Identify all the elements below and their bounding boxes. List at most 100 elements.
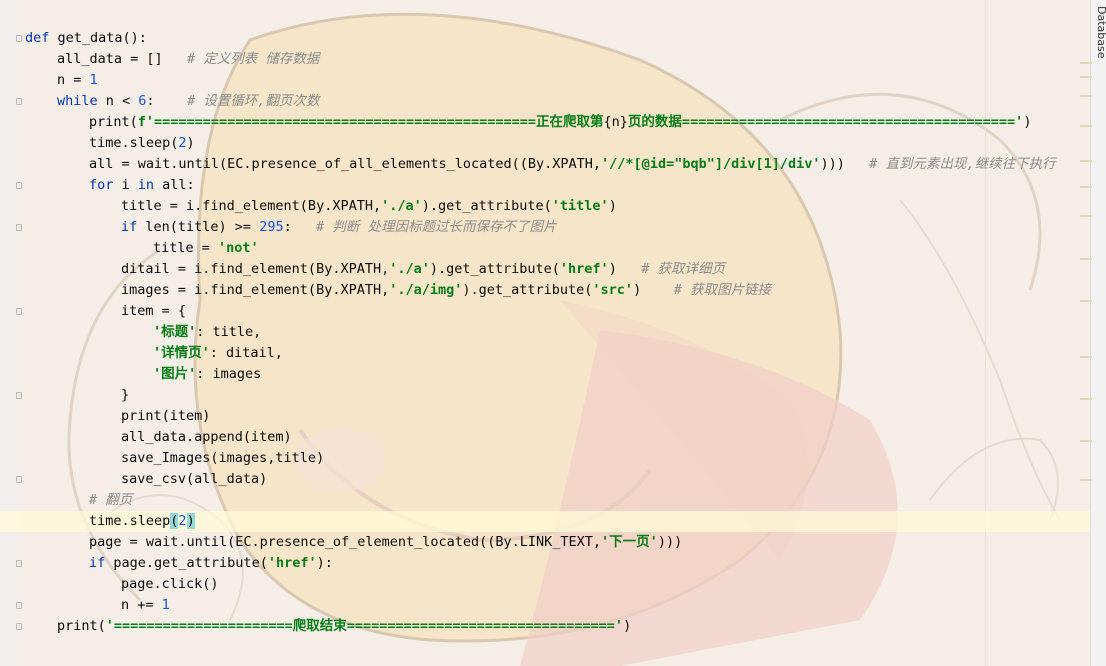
code-text: if len(title) >= 295: # 判断 处理因标题过长而保存不了图… bbox=[121, 217, 556, 238]
code-token: # 获取图片链接 bbox=[673, 282, 771, 298]
fold-marker-icon[interactable] bbox=[16, 182, 22, 189]
code-token: save_csv(all_data) bbox=[121, 471, 268, 487]
code-line[interactable]: title = 'not' bbox=[0, 238, 1090, 259]
code-text: all = wait.until(EC.presence_of_all_elem… bbox=[89, 154, 1056, 175]
code-token: ) bbox=[608, 261, 642, 277]
scroll-marker bbox=[1080, 76, 1092, 78]
code-text: '标题': title, bbox=[153, 322, 261, 343]
code-token: ))) bbox=[657, 534, 683, 550]
code-token: : bbox=[283, 219, 317, 235]
code-line[interactable]: ditail = i.find_element(By.XPATH,'./a').… bbox=[0, 259, 1090, 280]
database-tool-tab[interactable]: Database bbox=[1095, 6, 1106, 59]
code-editor[interactable]: def get_data(): all_data = [] # 定义列表 储存数据… bbox=[0, 0, 1090, 666]
code-token: n += bbox=[121, 597, 162, 613]
code-token: ) bbox=[608, 198, 617, 214]
code-text: n += 1 bbox=[121, 595, 170, 616]
fold-marker-icon[interactable] bbox=[16, 392, 22, 399]
code-line[interactable]: save_Images(images,title) bbox=[0, 448, 1090, 469]
code-line[interactable]: print(item) bbox=[0, 406, 1090, 427]
code-line[interactable]: n = 1 bbox=[0, 70, 1090, 91]
code-token: title = i.find_element(By.XPATH, bbox=[121, 198, 382, 214]
code-line[interactable]: title = i.find_element(By.XPATH,'./a').g… bbox=[0, 196, 1090, 217]
code-token: 'not' bbox=[218, 240, 259, 256]
code-token: : bbox=[146, 93, 188, 109]
code-token: ) bbox=[186, 135, 195, 151]
fold-marker-icon[interactable] bbox=[16, 623, 22, 630]
code-token: ).get_attribute( bbox=[421, 198, 552, 214]
code-token: # 直到元素出现,继续往下执行 bbox=[869, 156, 1056, 172]
fold-marker-icon[interactable] bbox=[16, 35, 22, 42]
code-line[interactable]: '图片': images bbox=[0, 364, 1090, 385]
code-text: ditail = i.find_element(By.XPATH,'./a').… bbox=[121, 259, 725, 280]
code-text: } bbox=[121, 385, 129, 406]
code-token: 页的数据====================================… bbox=[627, 114, 1024, 130]
code-token: '标题' bbox=[153, 324, 197, 340]
code-line[interactable]: all = wait.until(EC.presence_of_all_elem… bbox=[0, 154, 1090, 175]
code-token: get_data(): bbox=[49, 30, 147, 46]
code-line[interactable]: time.sleep(2) bbox=[0, 133, 1090, 154]
fold-marker-icon[interactable] bbox=[16, 602, 22, 609]
code-token: './a' bbox=[389, 261, 430, 277]
code-text: time.sleep(2) bbox=[89, 511, 195, 532]
code-line[interactable]: images = i.find_element(By.XPATH,'./a/im… bbox=[0, 280, 1090, 301]
code-token: ): bbox=[316, 555, 333, 571]
scroll-marker bbox=[1080, 440, 1092, 442]
code-text: page = wait.until(EC.presence_of_element… bbox=[89, 532, 682, 553]
scroll-marker bbox=[1080, 95, 1092, 97]
code-line[interactable]: '标题': title, bbox=[0, 322, 1090, 343]
fold-marker-icon[interactable] bbox=[16, 224, 22, 231]
code-token: all_data = [] bbox=[57, 51, 188, 67]
fold-marker-icon[interactable] bbox=[16, 560, 22, 567]
code-line[interactable]: if page.get_attribute('href'): bbox=[0, 553, 1090, 574]
code-line[interactable]: page.click() bbox=[0, 574, 1090, 595]
code-text: save_csv(all_data) bbox=[121, 469, 267, 490]
code-line[interactable]: } bbox=[0, 385, 1090, 406]
code-line[interactable]: if len(title) >= 295: # 判断 处理因标题过长而保存不了图… bbox=[0, 217, 1090, 238]
code-text: print('======================爬取结束=======… bbox=[57, 616, 631, 637]
scroll-marker bbox=[1080, 186, 1092, 188]
code-text: if page.get_attribute('href'): bbox=[89, 553, 333, 574]
code-token: './a' bbox=[381, 198, 422, 214]
code-text: images = i.find_element(By.XPATH,'./a/im… bbox=[121, 280, 771, 301]
code-line[interactable]: while n < 6: # 设置循环,翻页次数 bbox=[0, 91, 1090, 112]
scroll-marker bbox=[1080, 398, 1092, 400]
code-token: ).get_attribute( bbox=[429, 261, 560, 277]
code-line[interactable]: all_data.append(item) bbox=[0, 427, 1090, 448]
code-token: print( bbox=[89, 114, 138, 130]
code-token: if bbox=[121, 219, 138, 235]
code-token: time.sleep bbox=[89, 513, 171, 529]
code-line[interactable]: all_data = [] # 定义列表 储存数据 bbox=[0, 49, 1090, 70]
code-line[interactable]: # 翻页 bbox=[0, 490, 1090, 511]
code-line[interactable]: page = wait.until(EC.presence_of_element… bbox=[0, 532, 1090, 553]
code-token: 'href' bbox=[559, 261, 609, 277]
code-token: './a/img' bbox=[389, 282, 463, 298]
code-line[interactable]: print(f'================================… bbox=[0, 112, 1090, 133]
code-text: print(item) bbox=[121, 406, 210, 427]
fold-marker-icon[interactable] bbox=[16, 476, 22, 483]
code-line[interactable]: print('======================爬取结束=======… bbox=[0, 616, 1090, 637]
code-text: for i in all: bbox=[89, 175, 195, 196]
code-token: : ditail, bbox=[209, 345, 283, 361]
scroll-marker bbox=[1080, 160, 1092, 162]
code-line[interactable]: save_csv(all_data) bbox=[0, 469, 1090, 490]
code-text: title = 'not' bbox=[153, 238, 259, 259]
fold-marker-icon[interactable] bbox=[16, 308, 22, 315]
code-token: images = i.find_element(By.XPATH, bbox=[121, 282, 390, 298]
code-token: ) bbox=[186, 513, 195, 529]
code-token: n = bbox=[57, 72, 90, 88]
code-text: # 翻页 bbox=[89, 490, 132, 511]
code-token: f'======================================… bbox=[137, 114, 604, 130]
scroll-marker bbox=[1080, 300, 1092, 302]
code-line[interactable]: for i in all: bbox=[0, 175, 1090, 196]
code-token: all_data.append(item) bbox=[121, 429, 292, 445]
code-token: for bbox=[89, 177, 114, 193]
code-line[interactable]: time.sleep(2) bbox=[0, 511, 1090, 532]
code-line[interactable]: '详情页': ditail, bbox=[0, 343, 1090, 364]
code-token: } bbox=[121, 387, 130, 403]
code-line[interactable]: def get_data(): bbox=[0, 28, 1090, 49]
fold-marker-icon[interactable] bbox=[16, 98, 22, 105]
code-token: print(item) bbox=[121, 408, 211, 424]
code-line[interactable]: n += 1 bbox=[0, 595, 1090, 616]
code-line[interactable]: item = { bbox=[0, 301, 1090, 322]
code-token: def bbox=[25, 30, 50, 46]
